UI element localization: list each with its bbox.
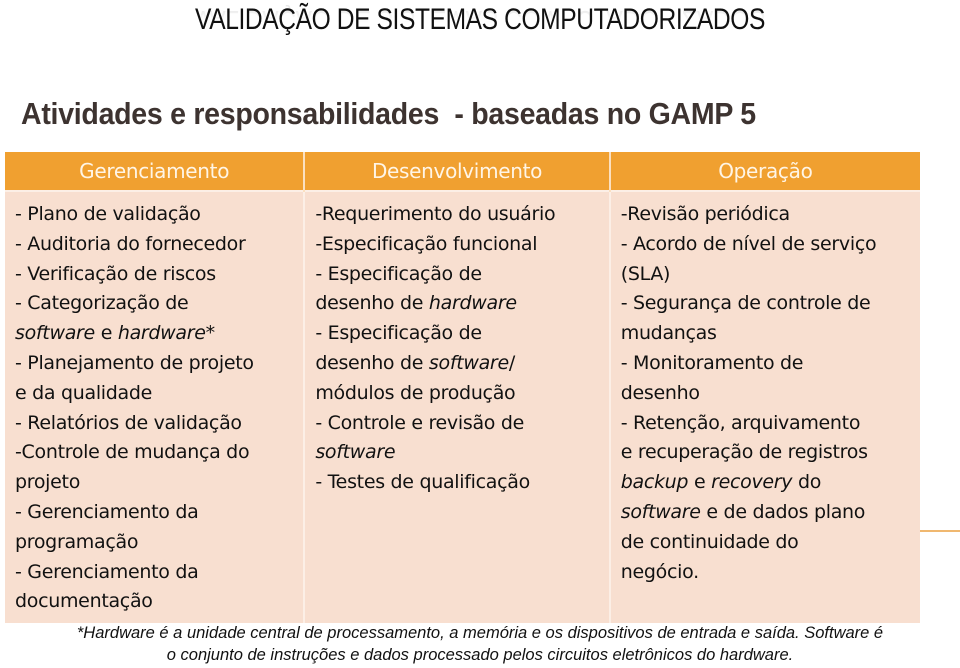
list-item: -Controle de mudança do xyxy=(15,438,293,468)
text-run: -Revisão periódica xyxy=(620,203,790,225)
italic-term: recovery xyxy=(711,471,793,494)
list-item: - Auditoria do fornecedor xyxy=(15,230,293,260)
list-item: - Segurança de controle de xyxy=(621,289,910,319)
list-item: e recuperação de registros xyxy=(621,438,910,468)
text-run: - Gerenciamento da xyxy=(15,560,199,583)
list-item: projeto xyxy=(15,468,293,498)
list-item: -Especificação funcional xyxy=(315,230,598,260)
list-item: desenho de hardware xyxy=(315,289,598,319)
text-run: - Gerenciamento da xyxy=(15,500,199,523)
text-run: e xyxy=(94,322,118,345)
text-run: - Auditoria do fornecedor xyxy=(15,232,246,255)
italic-term: software xyxy=(315,441,396,464)
list-item: -Revisão periódica xyxy=(621,200,910,230)
text-run: desenho xyxy=(620,381,700,404)
list-item: - Categorização de xyxy=(15,289,293,319)
list-item: desenho xyxy=(621,379,910,409)
italic-term: software xyxy=(428,351,509,374)
column-header-operacao: Operação xyxy=(609,152,920,191)
list-item: backup e recovery do xyxy=(621,468,910,498)
list-item: - Especificação de xyxy=(315,260,598,290)
italic-term: software xyxy=(15,322,95,345)
text-run: programação xyxy=(15,530,139,553)
table-row: - Plano de validação - Auditoria do forne… xyxy=(5,189,920,624)
text-run: - Planejamento de projeto xyxy=(15,351,254,374)
text-run: - Testes de qualificação xyxy=(315,471,530,494)
list-item: - Relatórios de validação xyxy=(15,409,293,439)
text-run: projeto xyxy=(15,471,81,494)
text-run: -Controle de mudança do xyxy=(15,441,250,464)
list-item: - Controle e revisão de xyxy=(315,409,598,439)
text-run: - Segurança de controle de xyxy=(620,292,871,315)
list-item: - Gerenciamento da xyxy=(15,558,293,588)
italic-term: hardware xyxy=(117,322,206,345)
list-item: - Testes de qualificação xyxy=(315,468,598,498)
list-item: - Plano de validação xyxy=(15,200,293,230)
text-run: - Retenção, arquivamento xyxy=(620,411,861,434)
text-run: - Acordo de nível de serviço xyxy=(620,232,877,255)
text-run: módulos de produção xyxy=(315,381,516,404)
gamp-activities-table: Gerenciamento Desenvolvimento Operação -… xyxy=(5,152,920,624)
page-title-reflection: VALIDAÇÃO DE SISTEMAS COMPUTADORIZADOS xyxy=(195,4,765,37)
text-run: / xyxy=(508,351,515,374)
text-run: desenho de xyxy=(315,292,429,315)
list-item: e da qualidade xyxy=(15,379,293,409)
column-header-gerenciamento: Gerenciamento xyxy=(5,152,306,191)
list-item: - Especificação de xyxy=(315,319,598,349)
italic-term: software xyxy=(620,500,701,523)
footnote-line-2: o conjunto de instruções e dados process… xyxy=(166,646,794,664)
text-run: -Especificação funcional xyxy=(315,232,538,255)
footnote-line-1: *Hardware é a unidade central de process… xyxy=(76,624,884,642)
list-item: de continuidade do xyxy=(621,528,910,558)
list-item: software xyxy=(315,438,598,468)
text-run: do xyxy=(792,471,822,494)
italic-term: backup xyxy=(620,471,689,494)
footnote: *Hardware é a unidade central de process… xyxy=(0,622,960,666)
text-run: e de dados plano xyxy=(700,500,866,523)
text-run: e xyxy=(688,471,712,494)
text-run: negócio. xyxy=(620,560,699,583)
list-item: - Monitoramento de xyxy=(621,349,910,379)
text-run: - Monitoramento de xyxy=(620,351,804,374)
cell-gerenciamento: - Plano de validação - Auditoria do forne… xyxy=(5,189,306,624)
text-run: - Verificação de riscos xyxy=(15,262,216,285)
list-item: - Retenção, arquivamento xyxy=(621,409,910,439)
text-run: - Especificação de xyxy=(315,262,482,285)
cell-desenvolvimento: -Requerimento do usuário -Especificação f… xyxy=(304,189,611,624)
text-run: - Plano de validação xyxy=(15,203,201,225)
list-item: - Planejamento de projeto xyxy=(15,349,293,379)
text-run: * xyxy=(205,322,216,345)
column-header-desenvolvimento: Desenvolvimento xyxy=(304,152,611,191)
text-run: documentação xyxy=(15,590,153,613)
list-item: desenho de software/ xyxy=(315,349,598,379)
text-run: - Relatórios de validação xyxy=(15,411,242,434)
list-item: software e hardware* xyxy=(15,319,293,349)
italic-term: hardware xyxy=(428,292,517,315)
list-item: programação xyxy=(15,528,293,558)
list-item: módulos de produção xyxy=(315,379,598,409)
decorative-divider-line xyxy=(920,530,960,532)
list-item: - Acordo de nível de serviço xyxy=(621,230,910,260)
list-item: (SLA) xyxy=(621,260,910,290)
text-run: - Categorização de xyxy=(15,292,189,315)
list-item: mudanças xyxy=(621,319,910,349)
text-run: mudanças xyxy=(620,322,717,345)
list-item: - Verificação de riscos xyxy=(15,260,293,290)
text-run: - Especificação de xyxy=(315,322,482,345)
text-run: -Requerimento do usuário xyxy=(315,203,556,225)
text-run: (SLA) xyxy=(620,262,671,285)
table-header-row: Gerenciamento Desenvolvimento Operação xyxy=(5,152,920,191)
text-run: e recuperação de registros xyxy=(620,441,868,464)
list-item: documentação xyxy=(15,587,293,617)
list-item: software e de dados plano xyxy=(621,498,910,528)
list-item: - Gerenciamento da xyxy=(15,498,293,528)
cell-operacao: -Revisão periódica - Acordo de nível de s… xyxy=(609,189,920,624)
page-subtitle: Atividades e responsabilidades - baseada… xyxy=(21,96,756,131)
text-run: e da qualidade xyxy=(15,381,153,404)
text-run: de continuidade do xyxy=(620,530,799,553)
list-item: -Requerimento do usuário xyxy=(315,200,598,230)
text-run: - Controle e revisão de xyxy=(315,411,525,434)
text-run: desenho de xyxy=(315,351,429,374)
list-item: negócio. xyxy=(621,558,910,588)
